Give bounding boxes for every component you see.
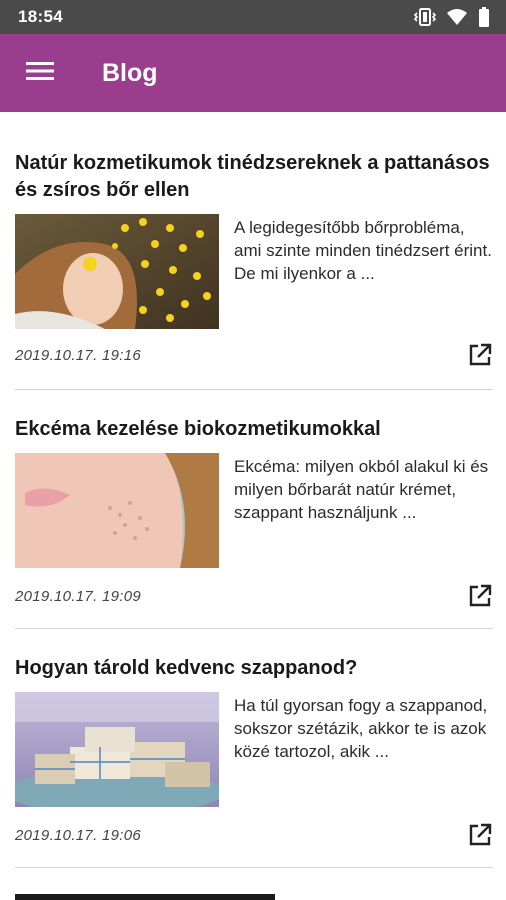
post-thumbnail[interactable] bbox=[15, 214, 219, 329]
post-card[interactable] bbox=[15, 890, 493, 900]
app-bar: Blog bbox=[0, 34, 506, 112]
post-date: 2019.10.17. 19:06 bbox=[15, 827, 142, 844]
open-post-button[interactable] bbox=[467, 822, 493, 848]
divider bbox=[15, 389, 493, 390]
post-title[interactable]: Hogyan tárold kedvenc szappanod? bbox=[15, 655, 493, 682]
menu-button[interactable] bbox=[0, 34, 80, 112]
post-card[interactable]: Hogyan tárold kedvenc szappanod? Ha túl … bbox=[15, 655, 493, 846]
post-title-partial bbox=[15, 890, 275, 900]
open-external-icon bbox=[467, 584, 493, 613]
wifi-icon bbox=[446, 8, 468, 26]
status-icons bbox=[414, 7, 490, 27]
post-title[interactable]: Natúr kozmetikumok tinédzsereknek a patt… bbox=[15, 150, 493, 204]
divider bbox=[15, 867, 493, 868]
post-date: 2019.10.17. 19:16 bbox=[15, 347, 142, 364]
post-card[interactable]: Ekcéma kezelése biokozmetikumokkal Ekcém… bbox=[15, 416, 493, 607]
vibrate-icon bbox=[414, 8, 436, 26]
open-post-button[interactable] bbox=[467, 583, 493, 609]
post-date: 2019.10.17. 19:09 bbox=[15, 588, 142, 605]
open-external-icon bbox=[467, 343, 493, 372]
open-post-button[interactable] bbox=[467, 342, 493, 368]
post-excerpt: Ha túl gyorsan fogy a szappanod, sokszor… bbox=[234, 696, 488, 761]
hamburger-menu-icon bbox=[26, 60, 54, 87]
status-bar: 18:54 bbox=[0, 0, 506, 34]
post-thumbnail[interactable] bbox=[15, 453, 219, 568]
open-external-icon bbox=[467, 823, 493, 852]
post-thumbnail[interactable] bbox=[15, 692, 219, 807]
page-title: Blog bbox=[102, 58, 158, 87]
divider bbox=[15, 628, 493, 629]
status-time: 18:54 bbox=[18, 7, 63, 26]
battery-icon bbox=[478, 7, 490, 27]
post-card[interactable]: Natúr kozmetikumok tinédzsereknek a patt… bbox=[15, 150, 493, 366]
post-title[interactable]: Ekcéma kezelése biokozmetikumokkal bbox=[15, 416, 493, 443]
post-excerpt: Ekcéma: milyen okból alakul ki és milyen… bbox=[234, 457, 489, 522]
post-excerpt: A legidegesítőbb bőrprobléma, ami szinte… bbox=[234, 218, 492, 283]
